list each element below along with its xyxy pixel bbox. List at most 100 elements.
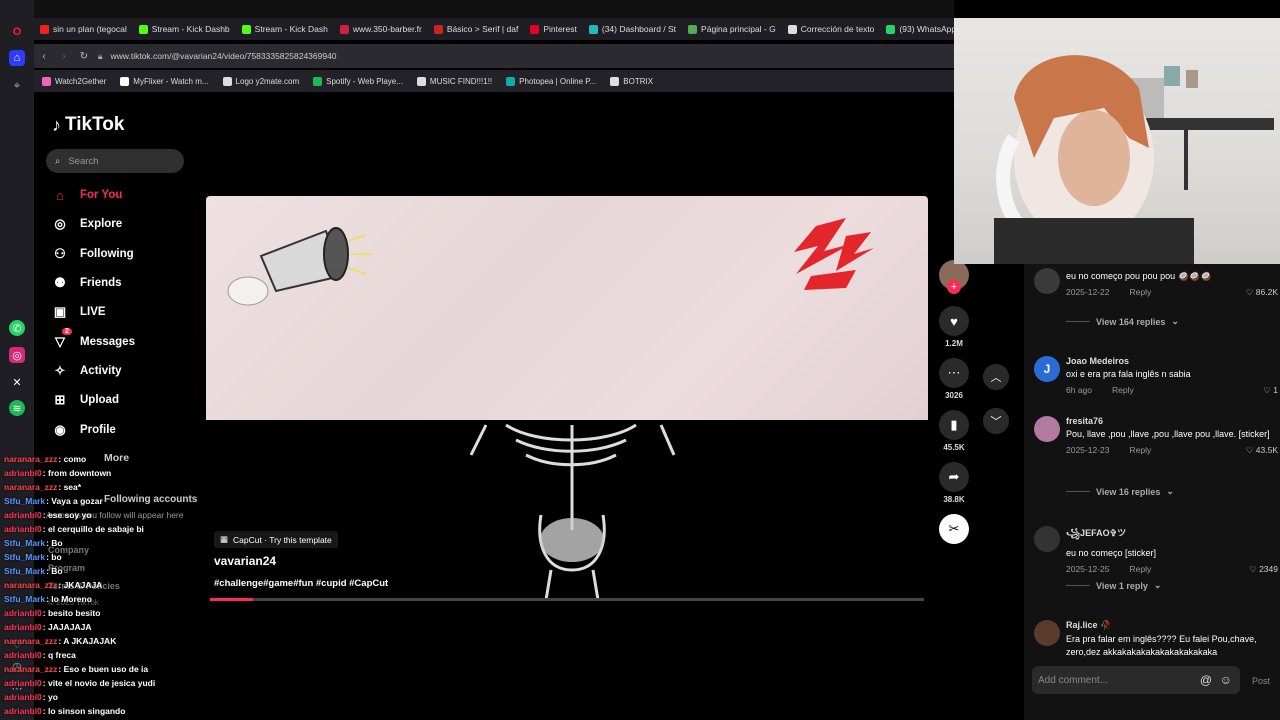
reply-button[interactable]: Reply bbox=[1129, 287, 1151, 297]
comment-body: Raj.lice 🥀 Era pra falar em inglês???? Eu… bbox=[1066, 620, 1278, 659]
save-button[interactable]: ▮ bbox=[939, 410, 969, 440]
capcut-logo-icon: ✂ bbox=[948, 521, 960, 536]
browser-tab[interactable]: Stream - Kick Dashb bbox=[133, 18, 236, 40]
reply-button[interactable]: Reply bbox=[1112, 385, 1134, 395]
chat-message: Stfu_Mark: Vaya a gozar bbox=[4, 494, 204, 508]
bookmark-icon: ▮ bbox=[950, 417, 958, 432]
chat-text: : yo bbox=[42, 692, 58, 702]
follow-plus-icon[interactable]: + bbox=[947, 280, 961, 294]
save-count: 45.5K bbox=[943, 443, 965, 452]
view-replies-button[interactable]: View 16 replies ⌄ bbox=[1066, 486, 1174, 497]
comment-username[interactable]: ꧁JEFAO✞ツ bbox=[1066, 526, 1278, 545]
bookmark-item[interactable]: Watch2Gether bbox=[42, 76, 106, 86]
nav-item-live[interactable]: ▣ LIVE bbox=[52, 304, 106, 320]
comment-username[interactable]: Raj.lice 🥀 bbox=[1066, 620, 1278, 631]
reload-icon[interactable]: ↻ bbox=[74, 51, 94, 62]
tab-label: Pinterest bbox=[543, 24, 577, 34]
like-button[interactable]: ♥ bbox=[939, 306, 969, 336]
mention-icon[interactable]: @ bbox=[1200, 673, 1212, 687]
comment-avatar[interactable] bbox=[1034, 268, 1060, 294]
nav-item-messages[interactable]: ▽ Messages 2 bbox=[52, 328, 135, 350]
comment-username[interactable]: fresita76 bbox=[1066, 416, 1278, 426]
comment-date: 2025-12-23 bbox=[1066, 445, 1110, 455]
bookmark-item[interactable]: MyFlixer - Watch m... bbox=[120, 76, 209, 86]
browser-tab[interactable]: Stream - Kick Dash bbox=[236, 18, 334, 40]
bookmark-item[interactable]: MUSIC FIND!!!1!! bbox=[416, 76, 492, 86]
browser-tab[interactable]: Básico > Serif | daf bbox=[428, 18, 524, 40]
video-progress-bar[interactable] bbox=[210, 598, 924, 601]
chat-username: naranara_zzz bbox=[4, 580, 58, 590]
reply-button[interactable]: Reply bbox=[1129, 564, 1151, 574]
megaphone-icon bbox=[227, 227, 371, 306]
chat-message: naranara_zzz: sea* bbox=[4, 480, 204, 494]
comment-like-button[interactable]: ♡ 43.5K bbox=[1246, 445, 1278, 456]
nav-item-profile[interactable]: ◉ Profile bbox=[52, 422, 115, 438]
capcut-template-link[interactable]: ▦ CapCut · Try this template bbox=[214, 531, 338, 548]
comment-like-button[interactable]: ♡ 86.2K bbox=[1246, 287, 1278, 298]
home-icon[interactable]: ⌂ bbox=[9, 50, 25, 66]
comment-avatar[interactable] bbox=[1034, 416, 1060, 442]
url-field[interactable]: 🔒︎ www.tiktok.com/@vavarian24/video/7583… bbox=[98, 51, 337, 62]
browser-tab[interactable]: (93) WhatsApp bbox=[880, 18, 954, 40]
browser-tab[interactable]: www.350-barber.fr bbox=[334, 18, 428, 40]
nav-item-for-you[interactable]: ⌂ For You bbox=[52, 187, 122, 203]
comment-avatar[interactable] bbox=[1034, 526, 1060, 552]
view-replies-button[interactable]: View 1 reply ⌄ bbox=[1066, 580, 1161, 591]
add-comment-input[interactable]: Add comment... @ ☺ bbox=[1032, 666, 1240, 694]
nav-item-upload[interactable]: ⊞ Upload bbox=[52, 392, 119, 408]
comment-username[interactable]: Joao Medeiros bbox=[1066, 356, 1278, 366]
post-button[interactable]: Post bbox=[1252, 676, 1270, 686]
chat-text: : Vaya a gozar bbox=[46, 496, 103, 506]
search-input[interactable]: ⌕ Search bbox=[46, 149, 184, 173]
browser-tab[interactable]: Pinterest bbox=[524, 18, 583, 40]
capcut-button[interactable]: ✂ bbox=[939, 514, 969, 544]
browser-tab[interactable]: Página principal - G bbox=[682, 18, 782, 40]
whatsapp-icon[interactable]: ✆ bbox=[9, 320, 25, 336]
browser-tab[interactable]: (34) Dashboard / St bbox=[583, 18, 682, 40]
bookmark-item[interactable]: Spotify - Web Playe... bbox=[313, 76, 403, 86]
comment-like-button[interactable]: ♡ 1 bbox=[1263, 385, 1278, 396]
nav-item-explore[interactable]: ◎ Explore bbox=[52, 216, 122, 232]
browser-tab[interactable]: Corrección de texto bbox=[782, 18, 881, 40]
scroll-up-button[interactable]: ︿ bbox=[983, 364, 1009, 390]
comment-button[interactable]: ⋯ bbox=[939, 358, 969, 388]
forward-icon[interactable]: › bbox=[54, 51, 74, 62]
nav-item-label: For You bbox=[80, 189, 123, 201]
chat-text: : JAJAJAJA bbox=[42, 622, 92, 632]
comment-avatar[interactable]: J bbox=[1034, 356, 1060, 382]
comment-like-button[interactable]: ♡ 2349 bbox=[1249, 564, 1278, 575]
tiktok-logo[interactable]: ♪ TikTok bbox=[52, 114, 124, 136]
back-icon[interactable]: ‹ bbox=[34, 51, 54, 62]
video-hashtags[interactable]: #challenge#game#fun #cupid #CapCut bbox=[214, 578, 388, 589]
share-button[interactable]: ➦ bbox=[939, 462, 969, 492]
chat-username: adrianbl0 bbox=[4, 650, 42, 660]
chat-username: naranara_zzz bbox=[4, 636, 58, 646]
chat-text: : Eso e buen uso de ia bbox=[58, 664, 149, 674]
chat-message: adrianbl0: yo bbox=[4, 690, 204, 704]
video-player[interactable]: ▦ CapCut · Try this template vavarian24 … bbox=[206, 196, 928, 602]
instagram-icon[interactable]: ◎ bbox=[9, 347, 25, 363]
nav-item-following[interactable]: ⚇ Following bbox=[52, 246, 133, 262]
nav-item-friends[interactable]: ⚉ Friends bbox=[52, 275, 121, 291]
like-count: 1.2M bbox=[945, 339, 963, 348]
bookmark-item[interactable]: BOTRIX bbox=[610, 76, 653, 86]
browser-tab[interactable]: sin un plan (tegocal bbox=[34, 18, 133, 40]
pin-icon[interactable]: ⌖ bbox=[9, 78, 25, 94]
nav-item-activity[interactable]: ✧ Activity bbox=[52, 363, 122, 379]
spotify-icon[interactable]: ≋ bbox=[9, 400, 25, 416]
reply-button[interactable]: Reply bbox=[1129, 445, 1151, 455]
video-author[interactable]: vavarian24 bbox=[214, 554, 276, 568]
x-icon[interactable]: ✕ bbox=[9, 374, 25, 390]
chat-username: adrianbl0 bbox=[4, 622, 42, 632]
compass-icon: ◎ bbox=[54, 216, 66, 231]
share-icon: ➦ bbox=[948, 469, 960, 484]
opera-logo-icon[interactable]: O bbox=[9, 24, 25, 40]
chat-username: adrianbl0 bbox=[4, 468, 42, 478]
bookmark-item[interactable]: Photopea | Online P... bbox=[506, 76, 596, 86]
scroll-down-button[interactable]: ﹀ bbox=[983, 408, 1009, 434]
search-placeholder: Search bbox=[68, 155, 99, 167]
view-replies-button[interactable]: View 164 replies ⌄ bbox=[1066, 316, 1179, 327]
emoji-icon[interactable]: ☺ bbox=[1220, 673, 1232, 687]
bookmark-item[interactable]: Logo y2mate.com bbox=[222, 76, 299, 86]
comment-avatar[interactable] bbox=[1034, 620, 1060, 646]
